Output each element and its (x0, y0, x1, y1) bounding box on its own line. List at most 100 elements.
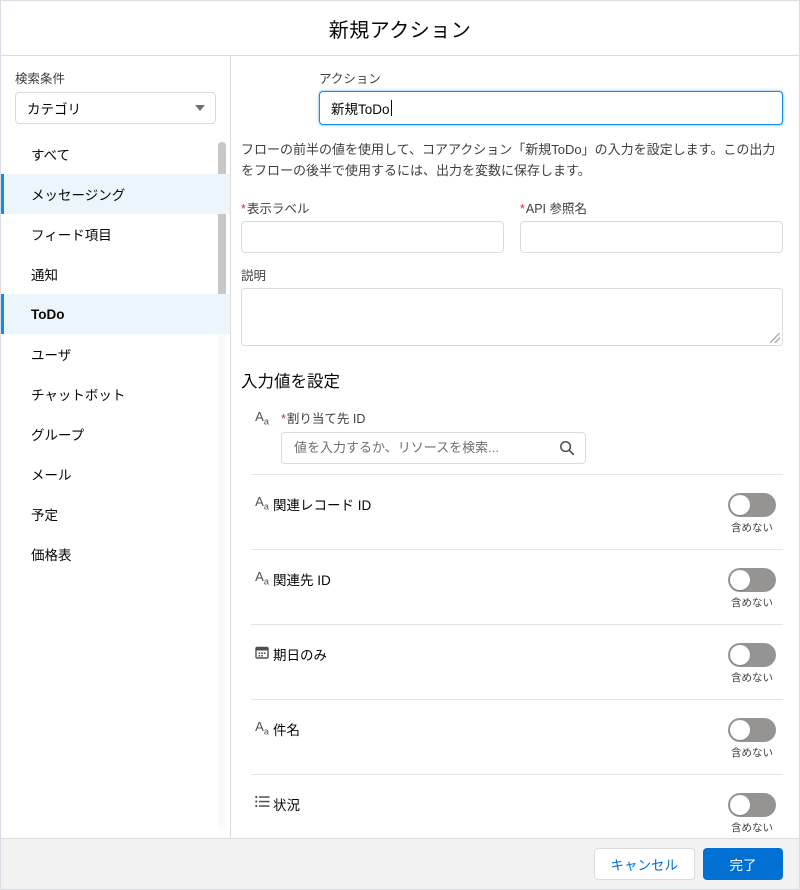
api-name-group: *API 参照名 (520, 198, 783, 253)
sidebar-item-label: メール (31, 468, 72, 483)
include-toggle[interactable] (728, 642, 776, 667)
required-asterisk: * (520, 201, 525, 216)
action-label: アクション (319, 72, 381, 86)
inputs-section-title: 入力値を設定 (241, 372, 340, 391)
dialog-body: 検索条件 カテゴリ すべてメッセージング フィード項目 通知 ToDo ユーザチャットボ… (1, 56, 799, 838)
row-label: 状況 (273, 797, 300, 813)
sidebar-item[interactable]: グループ (1, 414, 230, 454)
input-value-row: Aa 関連先 ID 含めない (251, 548, 783, 624)
sidebar-item[interactable]: 価格表 (1, 534, 230, 574)
toggle-knob (730, 644, 750, 665)
text-cursor (390, 100, 392, 116)
sidebar-item[interactable]: フィード項目 (1, 214, 230, 254)
sidebar-item[interactable]: ToDo (1, 294, 230, 334)
sidebar-item-label: 価格表 (31, 548, 72, 563)
sidebar-item-label: 通知 (31, 268, 58, 283)
chevron-down-icon (195, 105, 205, 111)
toggle-knob (730, 719, 750, 740)
sidebar-item-label: ユーザ (31, 348, 72, 363)
include-toggle-label: 含めない (731, 521, 773, 534)
sidebar-item-label: メッセージング (31, 188, 126, 203)
toggle-knob (730, 794, 750, 815)
action-input-value: 新規ToDo (331, 102, 390, 117)
input-value-row: Aa 関連レコード ID 含めない (251, 473, 783, 549)
filter-label: 検索条件 (15, 72, 66, 86)
done-button[interactable]: 完了 (703, 848, 783, 880)
include-toggle-group: 含めない (721, 792, 783, 835)
assigned-to-label: *割り当て先 ID (281, 411, 366, 426)
action-detail-panel: アクション 新規ToDo フローの前半の値を使用して、コアアクション「新規ToD… (231, 56, 799, 838)
text-type-icon: Aa (255, 568, 269, 587)
row-body: *割り当て先 ID (281, 408, 783, 464)
text-type-icon: Aa (255, 408, 269, 427)
include-toggle-group: 含めない (721, 717, 783, 760)
category-sidebar: 検索条件 カテゴリ すべてメッセージング フィード項目 通知 ToDo ユーザチャットボ… (1, 56, 231, 838)
input-value-row: Aa 件名含めない (251, 698, 783, 774)
text-type-icon: Aa (255, 493, 269, 512)
input-value-row: 状況含めない (251, 773, 783, 838)
include-toggle-group: 含めない (721, 567, 783, 610)
row-type-icon: Aa (251, 568, 273, 587)
include-toggle[interactable] (728, 717, 776, 742)
toggle-knob (730, 494, 750, 515)
sidebar-item[interactable]: メッセージング (1, 174, 230, 214)
sidebar-item-label: ToDo (31, 306, 65, 322)
inputs-list: Aa*割り当て先 IDAa関連レコード ID含めないAa関連先 ID含めない期日… (251, 402, 783, 838)
description-textarea[interactable] (241, 287, 783, 346)
row-type-icon (251, 793, 273, 808)
display-label-input[interactable] (241, 220, 504, 253)
sidebar-item-label: フィード項目 (31, 228, 112, 243)
filter-section: 検索条件 カテゴリ (1, 56, 230, 132)
sidebar-item[interactable]: チャットボット (1, 374, 230, 414)
input-value-row-assigned-to: Aa *割り当て先 ID (251, 402, 783, 474)
row-type-icon: Aa (251, 718, 273, 737)
assigned-to-input[interactable] (292, 439, 559, 457)
display-label-label: *表示ラベル (241, 201, 310, 216)
assigned-to-combobox[interactable] (281, 431, 586, 464)
category-dropdown[interactable]: カテゴリ (15, 92, 216, 124)
sidebar-item[interactable]: メール (1, 454, 230, 494)
cancel-button[interactable]: キャンセル (593, 848, 695, 880)
action-input[interactable]: 新規ToDo (319, 91, 783, 125)
include-toggle-label: 含めない (731, 596, 773, 609)
row-label: 期日のみ (273, 647, 327, 663)
api-name-input[interactable] (520, 220, 783, 253)
row-type-icon (251, 643, 273, 659)
sidebar-item[interactable]: 通知 (1, 254, 230, 294)
sidebar-item-label: グループ (31, 428, 85, 443)
sidebar-item[interactable]: 予定 (1, 494, 230, 534)
dialog-footer: キャンセル 完了 (1, 838, 799, 889)
dialog-header: 新規アクション (1, 1, 799, 56)
row-label: 関連先 ID (273, 572, 331, 588)
sidebar-item[interactable]: すべて (1, 134, 230, 174)
category-dropdown-value: カテゴリ (27, 102, 81, 117)
include-toggle-label: 含めない (731, 821, 773, 834)
include-toggle-label: 含めない (731, 746, 773, 759)
include-toggle-group: 含めない (721, 492, 783, 535)
include-toggle-group: 含めない (721, 642, 783, 685)
resize-handle-icon[interactable] (770, 332, 780, 343)
required-asterisk: * (241, 201, 246, 216)
description-label: 説明 (241, 268, 267, 283)
text-type-icon: Aa (255, 718, 269, 737)
display-label-group: *表示ラベル (241, 198, 504, 253)
include-toggle[interactable] (728, 792, 776, 817)
description-group: 説明 (241, 265, 783, 346)
new-action-dialog: 新規アクション 検索条件 カテゴリ すべてメッセージング フィード項目 通知 ToDo… (0, 0, 800, 890)
row-type-icon: Aa (251, 408, 273, 464)
input-value-row: 期日のみ 含めない (251, 623, 783, 699)
row-label: 関連レコード ID (273, 497, 372, 513)
category-list: すべてメッセージング フィード項目 通知 ToDo ユーザチャットボット グループメール予… (1, 132, 230, 838)
sidebar-item[interactable]: ユーザ (1, 334, 230, 374)
search-icon[interactable] (559, 440, 575, 456)
sidebar-item-label: すべて (31, 148, 71, 163)
include-toggle[interactable] (728, 567, 776, 592)
picklist-icon (254, 795, 270, 808)
sidebar-item-label: チャットボット (31, 388, 126, 403)
row-label: 件名 (273, 722, 300, 738)
include-toggle[interactable] (728, 492, 776, 517)
sidebar-item-label: 予定 (31, 508, 58, 523)
row-type-icon: Aa (251, 493, 273, 512)
page-title: 新規アクション (328, 19, 472, 42)
calendar-icon (255, 645, 269, 659)
